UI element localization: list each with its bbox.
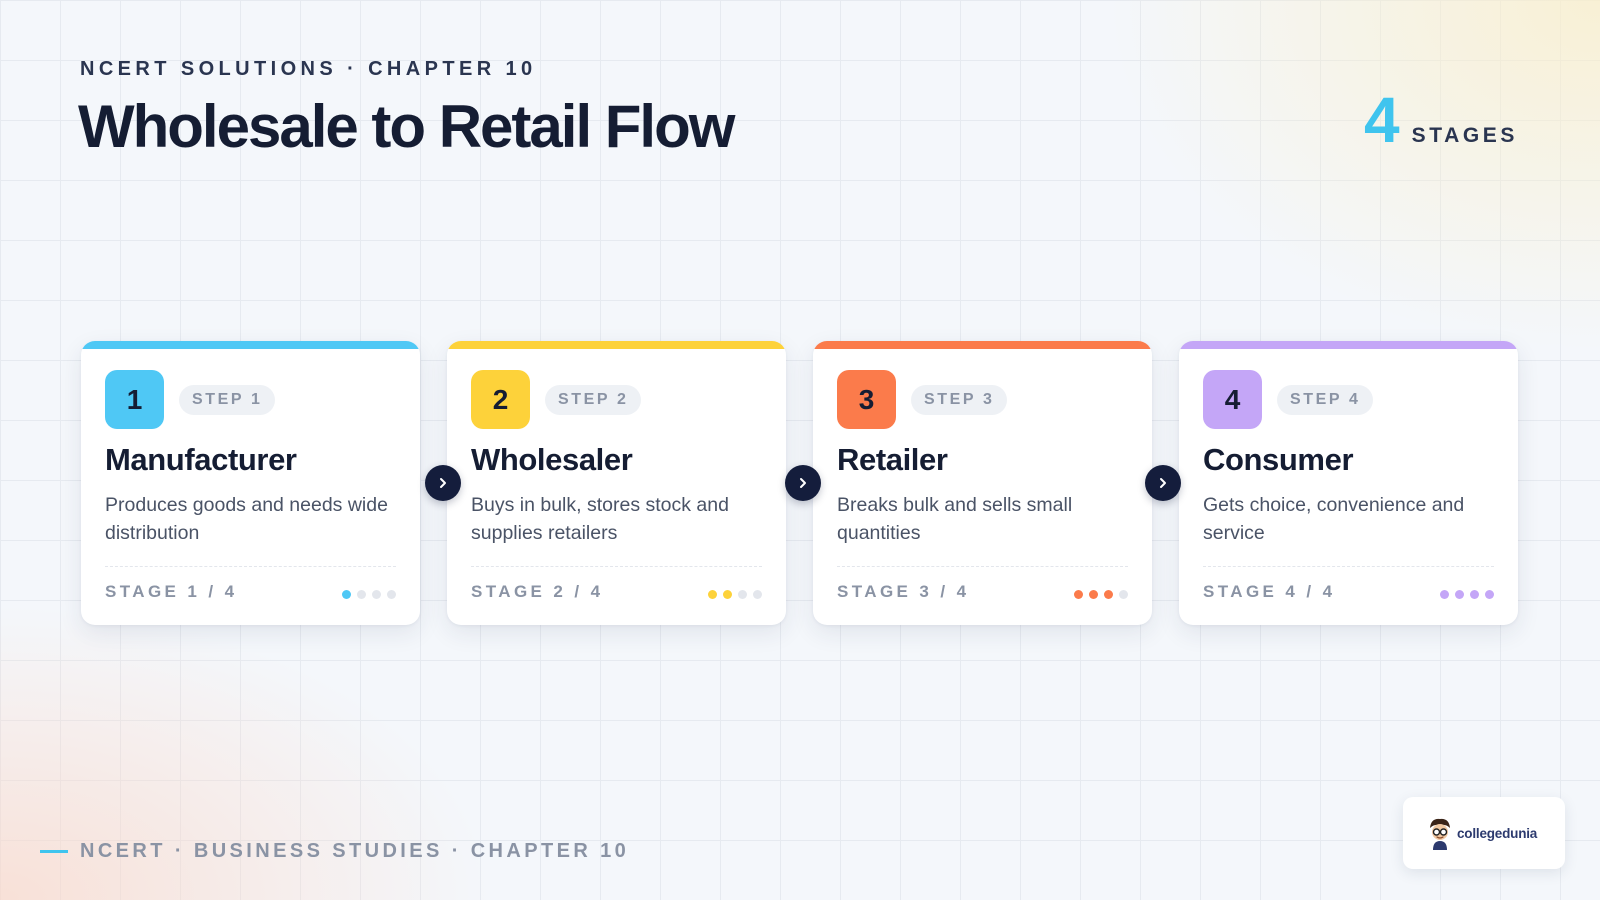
progress-dot	[357, 590, 366, 599]
card-divider	[837, 566, 1128, 567]
progress-dot	[1104, 590, 1113, 599]
progress-dot	[372, 590, 381, 599]
footer-accent-line	[40, 850, 68, 853]
step-number-badge: 3	[837, 370, 896, 429]
stage-count: 4 STAGES	[1364, 88, 1518, 152]
step-pill: STEP 1	[179, 385, 276, 415]
stage-label: STAGE 2 / 4	[471, 582, 604, 601]
progress-dot	[1485, 590, 1494, 599]
step-name: Wholesaler	[471, 442, 633, 477]
step-pill: STEP 4	[1277, 385, 1374, 415]
eyebrow: NCERT SOLUTIONS · CHAPTER 10	[80, 58, 537, 80]
chevron-right-icon	[1145, 465, 1181, 501]
card-accent-bar	[447, 341, 786, 349]
chevron-right-icon	[425, 465, 461, 501]
step-number-badge: 4	[1203, 370, 1262, 429]
card-divider	[1203, 566, 1494, 567]
card-accent-bar	[813, 341, 1152, 349]
progress-dot	[753, 590, 762, 599]
progress-dot	[1440, 590, 1449, 599]
progress-dot	[342, 590, 351, 599]
card-accent-bar	[1179, 341, 1518, 349]
step-pill: STEP 3	[911, 385, 1008, 415]
step-number-badge: 1	[105, 370, 164, 429]
step-description: Breaks bulk and sells small quantities	[837, 494, 1073, 544]
step-card-1: 1 STEP 1 Manufacturer Produces goods and…	[81, 341, 420, 625]
footer: NCERT · BUSINESS STUDIES · CHAPTER 10	[40, 840, 629, 863]
card-divider	[105, 566, 396, 567]
footer-text: NCERT · BUSINESS STUDIES · CHAPTER 10	[80, 840, 630, 862]
step-card-3: 3 STEP 3 Retailer Breaks bulk and sells …	[813, 341, 1152, 625]
progress-dot	[387, 590, 396, 599]
step-name: Retailer	[837, 442, 948, 477]
stage-label: STAGE 3 / 4	[837, 582, 970, 601]
step-name: Manufacturer	[105, 442, 297, 477]
stage-count-label: STAGES	[1411, 124, 1518, 147]
stage-label: STAGE 4 / 4	[1203, 582, 1336, 601]
progress-dot	[1119, 590, 1128, 599]
progress-dot	[1455, 590, 1464, 599]
step-description: Buys in bulk, stores stock and supplies …	[471, 494, 729, 544]
card-accent-bar	[81, 341, 420, 349]
step-name: Consumer	[1203, 442, 1354, 477]
progress-dot	[1470, 590, 1479, 599]
progress-dot	[1074, 590, 1083, 599]
progress-dots	[708, 590, 762, 599]
mascot-icon	[1430, 818, 1450, 850]
step-number-badge: 2	[471, 370, 530, 429]
progress-dot	[738, 590, 747, 599]
progress-dot	[723, 590, 732, 599]
step-description: Produces goods and needs wide distributi…	[105, 494, 388, 544]
brand-logo: collegedunia	[1403, 797, 1565, 869]
step-card-4: 4 STEP 4 Consumer Gets choice, convenien…	[1179, 341, 1518, 625]
progress-dots	[342, 590, 396, 599]
logo-text: collegedunia	[1457, 825, 1538, 841]
step-pill: STEP 2	[545, 385, 642, 415]
page-title: Wholesale to Retail Flow	[78, 93, 735, 160]
step-card-2: 2 STEP 2 Wholesaler Buys in bulk, stores…	[447, 341, 786, 625]
step-description: Gets choice, convenience and service	[1203, 494, 1465, 544]
stage-count-number: 4	[1364, 84, 1400, 156]
chevron-right-icon	[785, 465, 821, 501]
progress-dot	[1089, 590, 1098, 599]
card-divider	[471, 566, 762, 567]
progress-dots	[1440, 590, 1494, 599]
progress-dots	[1074, 590, 1128, 599]
progress-dot	[708, 590, 717, 599]
stage-label: STAGE 1 / 4	[105, 582, 238, 601]
